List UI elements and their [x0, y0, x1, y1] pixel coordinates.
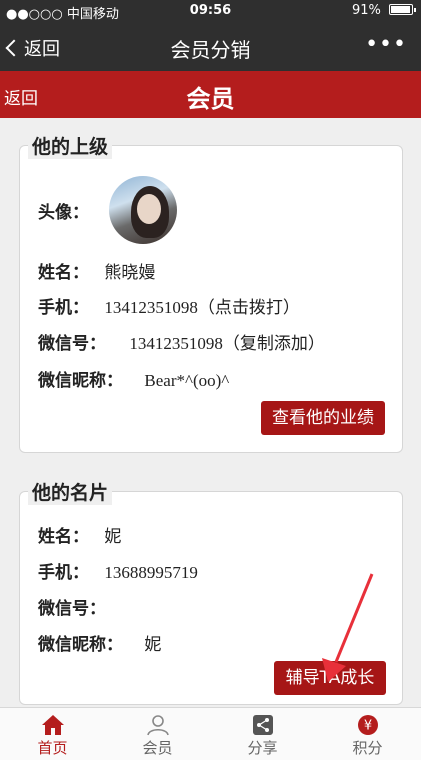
avatar-row: 头像：: [38, 198, 89, 223]
wechat-nav-bar: 返回 会员分销 •••: [0, 22, 421, 71]
tab-share[interactable]: 分享: [210, 708, 315, 760]
nickname-value: Bear*^(oo)^: [144, 371, 230, 390]
yen-icon: ¥: [358, 715, 378, 735]
home-icon: [42, 715, 64, 735]
superior-nickname-row: 微信昵称： Bear*^(oo)^: [38, 366, 229, 391]
bottom-tab-bar: 首页 会员 分享 ¥ 积分: [0, 707, 421, 760]
page-title: 会员: [186, 85, 235, 113]
card-phone-value[interactable]: 13688995719: [104, 563, 198, 582]
battery-percent: 91%: [351, 3, 381, 18]
card-wechat-row: 微信号：: [38, 594, 106, 619]
tab-home[interactable]: 首页: [0, 708, 105, 760]
card-wechat-label: 微信号：: [38, 599, 106, 619]
svg-text:¥: ¥: [364, 719, 372, 734]
business-card-legend: 他的名片: [28, 478, 113, 505]
battery-icon: [389, 4, 416, 15]
superior-legend: 他的上级: [28, 132, 113, 159]
tab-points-label: 积分: [352, 739, 383, 757]
battery-indicator: 91%: [351, 3, 416, 18]
card-name-row: 姓名： 妮: [38, 522, 121, 547]
phone-label: 手机：: [38, 298, 89, 318]
tab-home-label: 首页: [37, 739, 68, 757]
user-icon: [147, 715, 169, 736]
tab-members[interactable]: 会员: [105, 708, 210, 760]
more-menu-button[interactable]: •••: [365, 32, 407, 57]
status-bar: ●●○○○ 中国移动 09:56 91%: [0, 0, 421, 22]
name-label: 姓名：: [38, 263, 89, 283]
tab-members-label: 会员: [142, 739, 173, 757]
card-nickname-value: 妮: [144, 635, 162, 655]
card-name-value: 妮: [104, 527, 122, 547]
avatar: [109, 176, 177, 244]
avatar-label: 头像：: [38, 203, 89, 223]
phone-link[interactable]: 13412351098（点击拨打）: [104, 298, 300, 317]
superior-card: 他的上级 头像： 姓名： 熊晓嫚 手机： 13412351098（点击拨打） 微…: [19, 132, 403, 453]
mentor-growth-button[interactable]: 辅导TA成长: [274, 661, 386, 695]
share-icon: [253, 715, 273, 735]
nickname-label: 微信昵称：: [38, 371, 123, 391]
superior-name-row: 姓名： 熊晓嫚: [38, 258, 155, 283]
card-nickname-label: 微信昵称：: [38, 635, 123, 655]
tab-share-label: 分享: [247, 739, 278, 757]
card-name-label: 姓名：: [38, 527, 89, 547]
name-value: 熊晓嫚: [104, 263, 156, 283]
business-card: 他的名片 姓名： 妮 手机： 13688995719 微信号： 微信昵称： 妮 …: [19, 478, 403, 705]
card-phone-row: 手机： 13688995719: [38, 558, 198, 583]
page-header: 返回 会员: [0, 71, 421, 118]
tab-points[interactable]: ¥ 积分: [315, 708, 420, 760]
wechat-label: 微信号：: [38, 334, 106, 354]
card-nickname-row: 微信昵称： 妮: [38, 630, 161, 655]
superior-phone-row: 手机： 13412351098（点击拨打）: [38, 293, 300, 318]
superior-wechat-row: 微信号： 13412351098（复制添加）: [38, 329, 325, 354]
card-phone-label: 手机：: [38, 563, 89, 583]
nav-title: 会员分销: [170, 38, 251, 62]
view-performance-button[interactable]: 查看他的业绩: [261, 401, 385, 435]
wechat-copy-link[interactable]: 13412351098（复制添加）: [129, 334, 325, 353]
